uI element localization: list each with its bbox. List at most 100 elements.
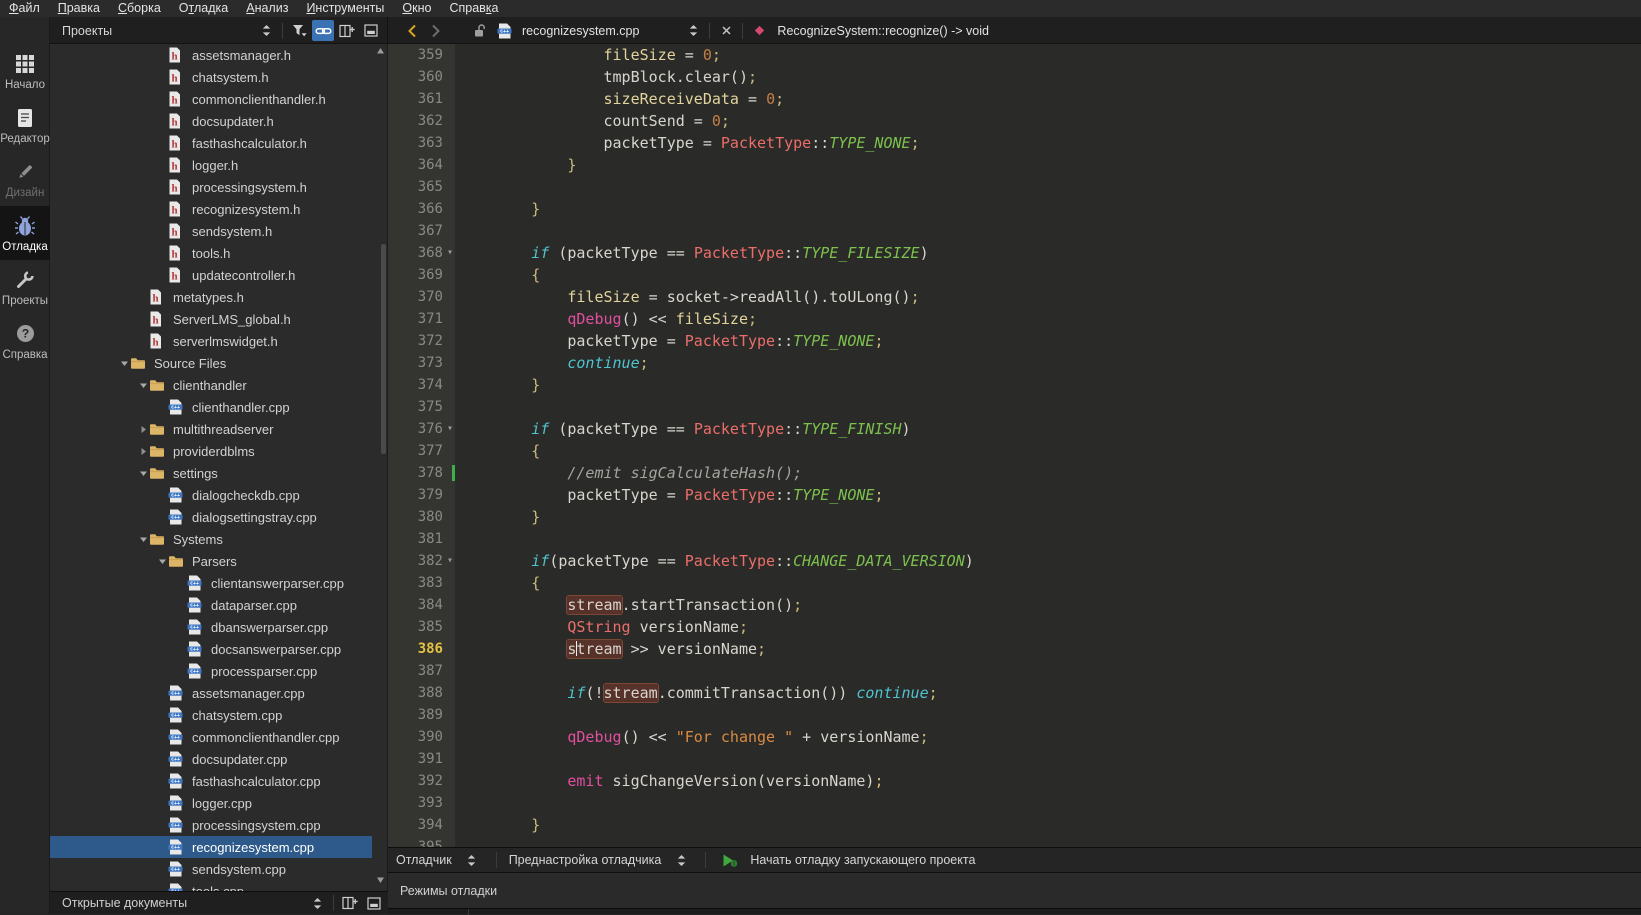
expand-open-icon[interactable] (118, 359, 130, 368)
line-number[interactable]: 383 (388, 572, 455, 594)
expand-open-icon[interactable] (137, 535, 149, 544)
code-text[interactable] (455, 704, 459, 726)
code-line[interactable]: 386 stream >> versionName; (388, 638, 1641, 660)
tree-item[interactable]: h serverlmswidget.h (50, 330, 372, 352)
code-text[interactable]: { (455, 572, 540, 594)
line-number[interactable]: 375 (388, 396, 455, 418)
code-line[interactable]: 365 (388, 176, 1641, 198)
code-line[interactable]: 395 (388, 836, 1641, 847)
line-number[interactable]: 394 (388, 814, 455, 836)
code-text[interactable]: { (455, 440, 540, 462)
tree-item[interactable]: c++ logger.cpp (50, 792, 372, 814)
line-number[interactable]: 365 (388, 176, 455, 198)
line-number[interactable]: 392 (388, 770, 455, 792)
line-number[interactable]: 363 (388, 132, 455, 154)
line-number[interactable]: 395 (388, 836, 455, 847)
line-number[interactable]: 359 (388, 44, 455, 66)
tree-item[interactable]: c++ docsupdater.cpp (50, 748, 372, 770)
menu-item-3[interactable]: Отладка (170, 0, 237, 17)
link-editor-icon[interactable] (312, 20, 334, 41)
code-text[interactable]: fileSize = socket->readAll().toULong(); (455, 286, 920, 308)
code-line[interactable]: 381 (388, 528, 1641, 550)
code-line[interactable]: 377 { (388, 440, 1641, 462)
tree-item[interactable]: c++ docsanswerparser.cpp (50, 638, 372, 660)
code-text[interactable]: if(packetType == PacketType::CHANGE_DATA… (455, 550, 974, 572)
code-text[interactable] (455, 792, 459, 814)
menu-item-7[interactable]: Справка (440, 0, 507, 17)
code-line[interactable]: 393 (388, 792, 1641, 814)
mode-item-0[interactable]: Начало (0, 44, 50, 98)
tree-item[interactable]: h updatecontroller.h (50, 264, 372, 286)
line-number[interactable]: 371 (388, 308, 455, 330)
code-line[interactable]: 371 qDebug() << fileSize; (388, 308, 1641, 330)
tree-item[interactable]: c++ chatsystem.cpp (50, 704, 372, 726)
close-panel-icon[interactable] (360, 20, 382, 41)
tree-item[interactable]: h ServerLMS_global.h (50, 308, 372, 330)
code-text[interactable]: fileSize = 0; (455, 44, 721, 66)
mode-item-4[interactable]: Проекты (0, 260, 50, 314)
code-line[interactable]: 382▾ if(packetType == PacketType::CHANGE… (388, 550, 1641, 572)
sort-combo-icon[interactable] (306, 893, 328, 914)
tree-item[interactable]: c++ dialogsettingstray.cpp (50, 506, 372, 528)
code-line[interactable]: 361 sizeReceiveData = 0; (388, 88, 1641, 110)
code-text[interactable]: packetType = PacketType::TYPE_NONE; (455, 484, 883, 506)
line-number[interactable]: 388 (388, 682, 455, 704)
tree-item[interactable]: c++ clienthandler.cpp (50, 396, 372, 418)
code-text[interactable]: continue; (455, 352, 649, 374)
tree-item[interactable]: h chatsystem.h (50, 66, 372, 88)
expand-open-icon[interactable] (137, 469, 149, 478)
code-text[interactable]: if (packetType == PacketType::TYPE_FILES… (455, 242, 929, 264)
tree-scrollbar[interactable] (372, 44, 388, 891)
code-line[interactable]: 391 (388, 748, 1641, 770)
tree-item[interactable]: Systems (50, 528, 372, 550)
mode-item-1[interactable]: Редактор (0, 98, 50, 152)
code-line[interactable]: 364 } (388, 154, 1641, 176)
code-text[interactable] (455, 176, 459, 198)
code-line[interactable]: 390 qDebug() << "For change " + versionN… (388, 726, 1641, 748)
code-line[interactable]: 374 } (388, 374, 1641, 396)
line-number[interactable]: 380 (388, 506, 455, 528)
expand-open-icon[interactable] (156, 557, 168, 566)
debugger-combo[interactable]: Отладчик (388, 850, 492, 871)
menu-item-2[interactable]: Сборка (109, 0, 170, 17)
tree-item[interactable]: c++ dbanswerparser.cpp (50, 616, 372, 638)
code-line[interactable]: 367 (388, 220, 1641, 242)
line-number[interactable]: 373 (388, 352, 455, 374)
code-line[interactable]: 385 QString versionName; (388, 616, 1641, 638)
code-line[interactable]: 379 packetType = PacketType::TYPE_NONE; (388, 484, 1641, 506)
code-line[interactable]: 368▾ if (packetType == PacketType::TYPE_… (388, 242, 1641, 264)
tree-item[interactable]: h commonclienthandler.h (50, 88, 372, 110)
menu-item-6[interactable]: Окно (393, 0, 440, 17)
code-line[interactable]: 369 { (388, 264, 1641, 286)
back-navigation-icon[interactable] (401, 20, 423, 41)
close-panel-icon[interactable] (363, 893, 385, 914)
code-text[interactable]: } (455, 198, 540, 220)
code-text[interactable]: if(!stream.commitTransaction()) continue… (455, 682, 938, 704)
line-number[interactable]: 362 (388, 110, 455, 132)
tree-item[interactable]: c++ processingsystem.cpp (50, 814, 372, 836)
code-line[interactable]: 359 fileSize = 0; (388, 44, 1641, 66)
line-number[interactable]: 377 (388, 440, 455, 462)
line-number[interactable]: 382▾ (388, 550, 455, 572)
code-line[interactable]: 388 if(!stream.commitTransaction()) cont… (388, 682, 1641, 704)
line-number[interactable]: 361 (388, 88, 455, 110)
code-text[interactable]: packetType = PacketType::TYPE_NONE; (455, 132, 920, 154)
code-text[interactable] (455, 748, 459, 770)
line-number[interactable]: 369 (388, 264, 455, 286)
tree-item[interactable]: multithreadserver (50, 418, 372, 440)
code-text[interactable]: { (455, 264, 540, 286)
tree-item[interactable]: h sendsystem.h (50, 220, 372, 242)
current-symbol-combo[interactable]: RecognizeSystem::recognize() -> void (777, 24, 989, 38)
file-lock-icon[interactable] (469, 20, 491, 41)
line-number[interactable]: 364 (388, 154, 455, 176)
tree-item[interactable]: c++ dataparser.cpp (50, 594, 372, 616)
line-number[interactable]: 384 (388, 594, 455, 616)
code-line[interactable]: 366 } (388, 198, 1641, 220)
code-line[interactable]: 378 //emit sigCalculateHash(); (388, 462, 1641, 484)
code-line[interactable]: 360 tmpBlock.clear(); (388, 66, 1641, 88)
line-number[interactable]: 379 (388, 484, 455, 506)
scrollbar-thumb[interactable] (381, 244, 386, 454)
line-number[interactable]: 378 (388, 462, 455, 484)
line-number[interactable]: 385 (388, 616, 455, 638)
expand-closed-icon[interactable] (137, 447, 149, 456)
